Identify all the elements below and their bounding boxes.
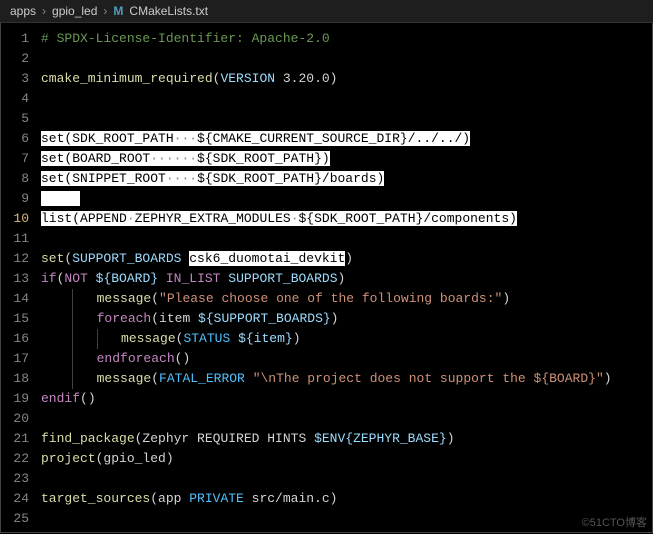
- code-line: target_sources(app PRIVATE src/main.c): [41, 489, 652, 509]
- code-line: set(BOARD_ROOT······${SDK_ROOT_PATH}): [41, 149, 652, 169]
- line-number: 2: [1, 49, 29, 69]
- line-number: 8: [1, 169, 29, 189]
- code-line: message(STATUS ${item}): [41, 329, 652, 349]
- code-line: message("Please choose one of the follow…: [41, 289, 652, 309]
- code-line: set(SUPPORT_BOARDS csk6_duomotai_devkit): [41, 249, 652, 269]
- code-line: [41, 89, 652, 109]
- watermark: ©51CTO博客: [582, 514, 647, 530]
- line-number: 23: [1, 469, 29, 489]
- line-number: 24: [1, 489, 29, 509]
- line-number: 20: [1, 409, 29, 429]
- breadcrumb-file[interactable]: CMakeLists.txt: [129, 4, 208, 18]
- code-line: project(gpio_led): [41, 449, 652, 469]
- code-line: if(NOT ${BOARD} IN_LIST SUPPORT_BOARDS): [41, 269, 652, 289]
- line-number: 10: [1, 209, 29, 229]
- line-number: 14: [1, 289, 29, 309]
- line-number: 13: [1, 269, 29, 289]
- code-line: find_package(Zephyr REQUIRED HINTS $ENV{…: [41, 429, 652, 449]
- line-number: 5: [1, 109, 29, 129]
- line-number: 22: [1, 449, 29, 469]
- code-line: [41, 109, 652, 129]
- cmake-file-icon: M: [113, 4, 123, 18]
- line-number: 19: [1, 389, 29, 409]
- code-line: # SPDX-License-Identifier: Apache-2.0: [41, 29, 652, 49]
- code-line: [41, 189, 652, 209]
- line-number: 1: [1, 29, 29, 49]
- breadcrumb-seg-apps[interactable]: apps: [10, 4, 36, 18]
- line-number: 16: [1, 329, 29, 349]
- breadcrumb[interactable]: apps › gpio_led › M CMakeLists.txt: [0, 0, 653, 23]
- code-line: foreach(item ${SUPPORT_BOARDS}): [41, 309, 652, 329]
- code-line: cmake_minimum_required(VERSION 3.20.0): [41, 69, 652, 89]
- line-number: 3: [1, 69, 29, 89]
- code-line: [41, 229, 652, 249]
- line-number: 6: [1, 129, 29, 149]
- line-number: 21: [1, 429, 29, 449]
- chevron-right-icon: ›: [103, 4, 107, 18]
- code-line: [41, 49, 652, 69]
- line-number: 15: [1, 309, 29, 329]
- chevron-right-icon: ›: [42, 4, 46, 18]
- code-line: [41, 509, 652, 529]
- line-number: 7: [1, 149, 29, 169]
- line-number: 25: [1, 509, 29, 529]
- code-line: [41, 409, 652, 429]
- line-number: 12: [1, 249, 29, 269]
- line-number: 9: [1, 189, 29, 209]
- line-number: 11: [1, 229, 29, 249]
- code-line: list(APPEND·ZEPHYR_EXTRA_MODULES·${SDK_R…: [41, 209, 652, 229]
- code-line: set(SNIPPET_ROOT····${SDK_ROOT_PATH}/boa…: [41, 169, 652, 189]
- code-editor[interactable]: 1 2 3 4 5 6 7 8 9 10 11 12 13 14 15 16 1…: [0, 23, 653, 533]
- line-number: 4: [1, 89, 29, 109]
- code-line: message(FATAL_ERROR "\nThe project does …: [41, 369, 652, 389]
- line-number: 17: [1, 349, 29, 369]
- breadcrumb-seg-gpio-led[interactable]: gpio_led: [52, 4, 97, 18]
- line-number: 18: [1, 369, 29, 389]
- code-line: endif(): [41, 389, 652, 409]
- code-line: endforeach(): [41, 349, 652, 369]
- code-line: [41, 469, 652, 489]
- code-line: set(SDK_ROOT_PATH···${CMAKE_CURRENT_SOUR…: [41, 129, 652, 149]
- line-number-gutter: 1 2 3 4 5 6 7 8 9 10 11 12 13 14 15 16 1…: [1, 29, 41, 532]
- code-content[interactable]: # SPDX-License-Identifier: Apache-2.0 cm…: [41, 29, 652, 532]
